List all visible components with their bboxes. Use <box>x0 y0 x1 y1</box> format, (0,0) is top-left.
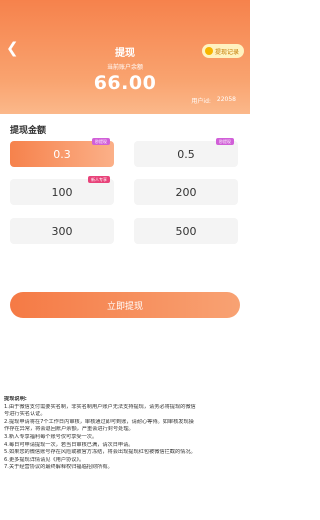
note-line: 5.如果您的微信账号存在风险或被官方冻结，将会出现提现红包被微信拦截的情况。 <box>4 449 196 456</box>
note-line: 4.每日可申请提现一次，若当日审核已满，请次日申请。 <box>4 441 134 448</box>
balance-label: 当前账户余额 <box>106 64 143 71</box>
note-line: 3.新人专享福利每个账号仅可享受一次。 <box>4 433 98 440</box>
header: ❮ 提现 提现记录 当前账户余额 66.00 用户id: 22058 <box>0 0 250 114</box>
amount-value: 100 <box>51 185 73 199</box>
amount-option-100[interactable]: 100 新人专享 <box>10 176 114 205</box>
withdraw-now-button[interactable]: 立即提现 <box>10 292 240 318</box>
user-id-value: 22058 <box>216 96 236 103</box>
note-line: 号进行实名认证。 <box>4 411 46 418</box>
note-line: 2.提现申请将在7个工作日内审核，审核通过即可到账，请耐心等待。如审核发现操 <box>4 418 194 425</box>
note-line: 6.更多提现详情请见《用户协议》。 <box>4 456 85 463</box>
amount-value: 500 <box>175 224 197 238</box>
notes-title: 提现说明: <box>4 396 27 402</box>
note-line: 作存在异常，将会退回账户余额，严重会进行封号处理。 <box>4 426 134 433</box>
withdraw-record-label: 提现记录 <box>214 48 239 56</box>
note-line: 7.关于经营协议的最终解释权归福临招财所有。 <box>4 464 113 471</box>
amount-option-500[interactable]: 500 <box>134 218 238 244</box>
balance-value: 66.00 <box>93 72 157 94</box>
withdraw-notes: 提现说明: 1.由于微信支付需要实名制，非实名制用户账户无法支持提现，请务必将提… <box>4 396 248 472</box>
user-id-label: 用户id: <box>191 98 211 105</box>
coin-icon <box>204 47 213 55</box>
withdraw-record-button[interactable]: 提现记录 <box>201 44 244 58</box>
instant-withdraw-badge: 秒提现 <box>216 138 234 145</box>
newcomer-badge: 新人专享 <box>88 176 110 183</box>
amount-value: 200 <box>175 185 197 199</box>
amount-option-0-5[interactable]: 0.5 秒提现 <box>134 138 238 167</box>
instant-withdraw-badge: 秒提现 <box>92 138 110 145</box>
amount-option-0-3[interactable]: 0.3 秒提现 <box>10 138 114 167</box>
amount-value: 0.5 <box>177 147 195 161</box>
amount-option-200[interactable]: 200 <box>134 179 238 205</box>
section-title: 提现金额 <box>10 126 47 136</box>
amount-value: 0.3 <box>53 147 71 161</box>
amount-value: 300 <box>51 224 73 238</box>
note-line: 1.由于微信支付需要实名制，非实名制用户账户无法支持提现，请务必将提现的微信 <box>4 403 196 410</box>
user-id: 用户id: 22058 <box>191 96 236 105</box>
amount-option-300[interactable]: 300 <box>10 218 114 244</box>
